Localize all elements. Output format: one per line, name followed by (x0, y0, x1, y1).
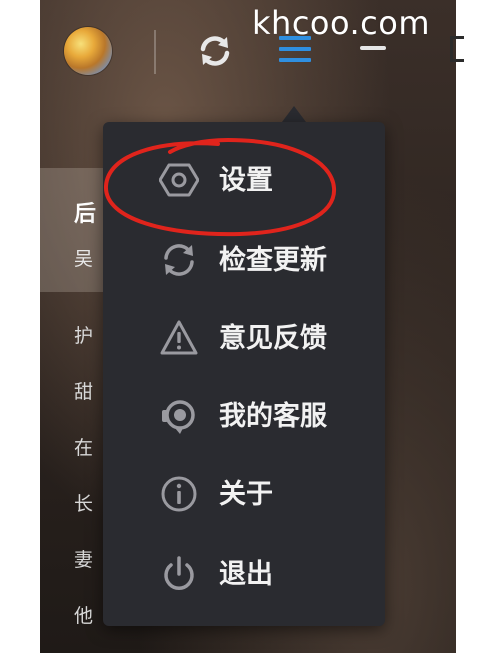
menu-item-label: 关于 (219, 479, 273, 510)
menu-item-check-update[interactable]: 检查更新 (103, 228, 385, 294)
now-playing-card[interactable] (40, 168, 110, 292)
song-artist: 吴 (74, 248, 94, 270)
headset-icon (162, 400, 195, 434)
menu-item-label: 我的客服 (219, 401, 327, 432)
settings-hexagon-icon (159, 163, 199, 197)
refresh-icon (164, 244, 194, 276)
power-icon (164, 556, 194, 590)
warning-triangle-icon (160, 320, 198, 355)
menu-item-label: 意见反馈 (219, 323, 327, 354)
window-edge (450, 0, 500, 653)
user-avatar[interactable] (64, 27, 112, 75)
dropdown-arrow (282, 106, 306, 122)
info-icon (161, 476, 197, 512)
menu-item-about[interactable]: 关于 (103, 462, 385, 528)
toolbar-divider (154, 30, 156, 74)
menu-item-customer-service[interactable]: 我的客服 (103, 384, 385, 450)
song-title: 后 (74, 202, 97, 227)
menu-item-feedback[interactable]: 意见反馈 (103, 306, 385, 372)
dropdown-menu: 设置 检查更新 意见反馈 我的客服 关于 退出 (103, 122, 385, 626)
menu-item-label: 退出 (219, 559, 273, 590)
watermark-text: khcoo.com (252, 4, 431, 42)
refresh-button[interactable] (196, 32, 234, 70)
minimize-button[interactable] (360, 46, 386, 50)
maximize-button[interactable] (450, 36, 464, 62)
menu-item-label: 设置 (219, 165, 273, 196)
menu-item-label: 检查更新 (219, 245, 327, 276)
menu-item-exit[interactable]: 退出 (103, 542, 385, 608)
refresh-icon (200, 36, 230, 66)
menu-item-settings[interactable]: 设置 (103, 148, 385, 214)
